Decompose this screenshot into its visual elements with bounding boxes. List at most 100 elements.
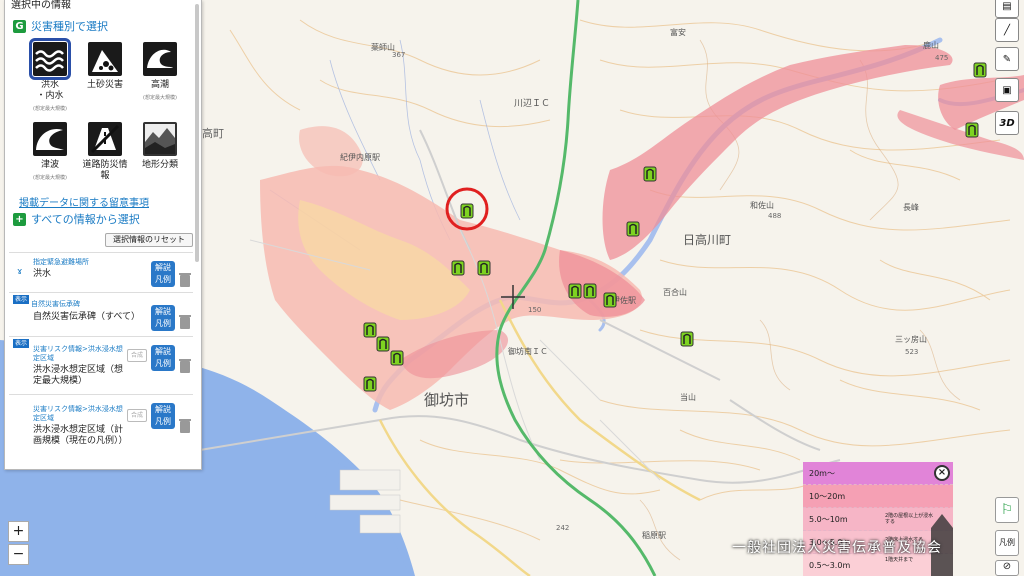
label-kanasan: 鹿山 — [923, 40, 939, 50]
data-notice-link[interactable]: 掲載データに関する留意事項 — [19, 194, 149, 209]
label-wasa-mountain: 和佐山 — [750, 200, 774, 210]
label-inahara-station: 稲原駅 — [642, 530, 666, 540]
watermark: 一般社団法人災害伝承普及協会 — [732, 540, 942, 556]
settings-side-button[interactable]: ⊘ — [995, 560, 1019, 576]
evacuation-button[interactable]: ⚐ — [995, 497, 1019, 523]
hazard-flood-label: 洪水 ・内水 — [36, 80, 64, 101]
hazard-terrain[interactable]: 地形分類 — [135, 122, 185, 171]
elevation-tm: 150 — [528, 306, 541, 314]
label-gobo-minami-ic: 御坊南ＩＣ — [508, 346, 548, 356]
shelter-marker-icon[interactable] — [451, 260, 465, 276]
disaster-type-icon: G — [13, 19, 26, 33]
legend-row-label: 5.0～10m — [809, 515, 848, 524]
show-badge[interactable]: 表示 — [13, 339, 30, 348]
crosshair-icon — [501, 285, 525, 309]
hazard-landslide-label: 土砂災害 — [86, 80, 123, 90]
three-d-button[interactable]: 3D — [995, 111, 1019, 135]
hazard-flood-sub: (想定最大規模) — [33, 106, 67, 112]
label-toudaiji: 当山 — [680, 392, 696, 402]
hazard-storm-surge-sub: (想定最大規模) — [143, 95, 177, 101]
shelter-marker-icon[interactable] — [965, 122, 979, 138]
section-disaster-type[interactable]: G 災害種別で選択 — [13, 18, 108, 34]
reset-selection-button[interactable]: 選択情報のリセット — [105, 233, 193, 247]
shelter-marker-icon[interactable] — [460, 203, 474, 219]
shelter-marker-icon[interactable] — [376, 336, 390, 352]
legend-button[interactable]: 解説 凡例 — [151, 345, 175, 371]
trash-icon[interactable] — [179, 419, 191, 433]
toolbox-button[interactable]: ▣ — [995, 78, 1019, 102]
zoom-in-button[interactable]: + — [8, 521, 29, 542]
storm-surge-icon — [143, 42, 177, 76]
trash-icon[interactable] — [179, 315, 191, 329]
section-disaster-type-label: 災害種別で選択 — [31, 20, 108, 33]
toolbox-icon: ▣ — [1002, 84, 1012, 96]
shelter-marker-icon[interactable] — [363, 322, 377, 338]
section-all-info[interactable]: + すべての情報から選択 — [13, 211, 140, 227]
ruler-icon: ╱ — [1003, 24, 1011, 36]
shelter-marker-icon[interactable] — [390, 350, 404, 366]
trash-icon[interactable] — [179, 273, 191, 287]
legend-row: 10～20m — [803, 485, 953, 508]
hazard-tsunami[interactable]: 津波 (想定最大規模) — [25, 122, 75, 181]
plus-icon: + — [13, 212, 26, 226]
hazard-storm-surge-label: 高潮 — [150, 80, 169, 90]
shelter-marker-icon[interactable] — [568, 283, 582, 299]
shelter-marker-icon[interactable] — [973, 62, 987, 78]
layer-name: 洪水浸水想定区域（計画規模（現在の凡例）） — [33, 425, 128, 446]
shelter-marker-icon[interactable] — [477, 260, 491, 276]
shelter-marker-icon[interactable] — [680, 331, 694, 347]
show-badge[interactable]: 表示 — [13, 295, 30, 304]
legend-side-button[interactable]: 凡例 — [995, 530, 1019, 556]
pencil-icon: ✎ — [1002, 53, 1012, 65]
layer-item-flood-planned: 災害リスク情報>洪水浸水想定区域 洪水浸水想定区域（計画規模（現在の凡例）） 合… — [9, 394, 193, 469]
layer-item-flood-max: 表示 災害リスク情報>洪水浸水想定区域 洪水浸水想定区域（想定最大規模） 合成 … — [9, 336, 193, 392]
tsunami-icon — [33, 122, 67, 156]
composite-button[interactable]: 合成 — [127, 409, 147, 422]
hazard-road-label: 道路防災情報 — [82, 160, 128, 181]
elevation-wasa: 488 — [768, 212, 781, 220]
layer-category: 自然災害伝承碑 — [31, 300, 80, 308]
hazard-terrain-label: 地形分類 — [141, 160, 178, 170]
composite-button[interactable]: 合成 — [127, 349, 147, 362]
hazard-flood[interactable]: 洪水 ・内水 (想定最大規模) — [25, 38, 75, 112]
hazard-storm-surge[interactable]: 高潮 (想定最大規模) — [135, 42, 185, 101]
shelter-marker-icon[interactable] — [626, 221, 640, 237]
measure-tool-button[interactable]: ╱ — [995, 18, 1019, 42]
panel-scrollbar[interactable] — [195, 4, 199, 262]
terrain-icon — [143, 122, 177, 156]
label-gobo-city: 御坊市 — [424, 391, 469, 409]
legend-row: 20m～ × — [803, 462, 953, 485]
draw-tool-button[interactable]: ✎ — [995, 47, 1019, 71]
legend-note: 1階天井まで — [885, 557, 914, 563]
label-kawabe-ic: 川辺ＩＣ — [514, 98, 550, 109]
layer-name: 洪水浸水想定区域（想定最大規模） — [33, 365, 124, 386]
elevation-mitsu: 523 — [905, 348, 918, 356]
circle-icon: ⊘ — [1002, 561, 1012, 572]
shelter-marker-icon[interactable] — [363, 376, 377, 392]
section-all-info-label: すべての情報から選択 — [31, 213, 140, 226]
label-ichinohe: 百合山 — [663, 287, 687, 297]
shelter-marker-icon[interactable] — [643, 166, 657, 182]
elevation-kakiyama: 475 — [935, 54, 948, 62]
legend-note: 2階の屋根以上が浸水する — [885, 513, 934, 525]
hazard-landslide[interactable]: 土砂災害 — [80, 42, 130, 91]
legend-row-label: 10～20m — [809, 492, 846, 501]
layer-category: 災害リスク情報>洪水浸水想定区域 — [33, 405, 123, 422]
depth-legend: 20m～ × 10～20m 5.0～10m 2階の屋根以上が浸水する 3.0～5… — [803, 462, 953, 576]
layer-name: 自然災害伝承碑（すべて） — [33, 312, 141, 322]
hazard-road[interactable]: 道路防災情報 — [80, 122, 130, 182]
trash-icon[interactable] — [179, 359, 191, 373]
close-icon[interactable]: × — [934, 465, 950, 481]
zoom-out-button[interactable]: − — [8, 544, 29, 565]
legend-button[interactable]: 解説 凡例 — [151, 403, 175, 429]
legend-button[interactable]: 解説 凡例 — [151, 305, 175, 331]
info-panel: 選択中の情報 G 災害種別で選択 洪水 ・内水 (想定最大規模) 土砂災害 高潮 … — [4, 0, 202, 470]
layer-category: 指定緊急避難場所 — [33, 258, 89, 266]
layer-item-monument: 表示 自然災害伝承碑 自然災害伝承碑（すべて） 解説 凡例 — [9, 292, 193, 336]
label-takacho: 高町 — [202, 126, 224, 140]
shelter-marker-icon[interactable] — [603, 292, 617, 308]
legend-button[interactable]: 解説 凡例 — [151, 261, 175, 287]
legend-row-label: 0.5～3.0m — [809, 561, 851, 570]
shelter-marker-icon[interactable] — [583, 283, 597, 299]
layers-tool-button[interactable]: ▤ — [995, 0, 1019, 18]
